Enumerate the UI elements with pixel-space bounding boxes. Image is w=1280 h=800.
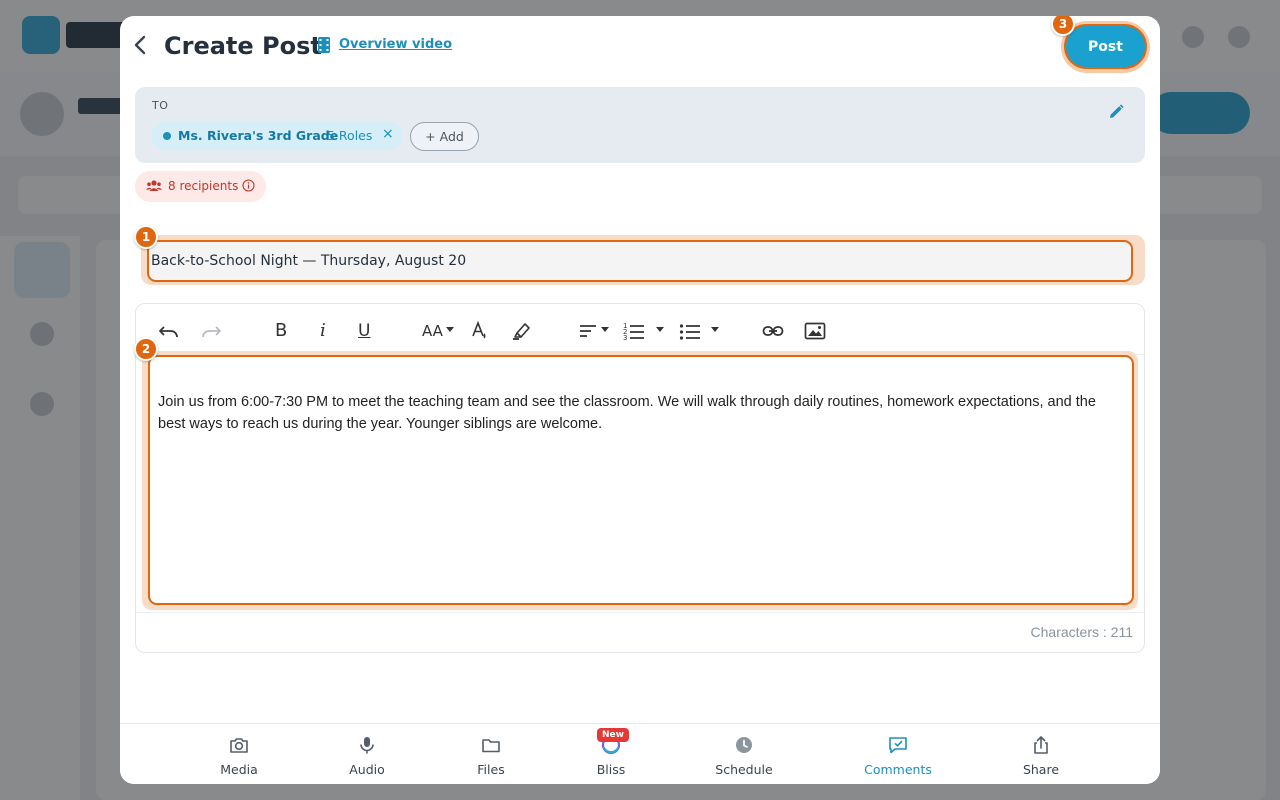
post-body-textarea[interactable]: Join us from 6:00-7:30 PM to meet the te… [148, 355, 1134, 605]
bold-button[interactable]: B [275, 319, 287, 343]
chip-class-name: Ms. Rivera's 3rd Grade [178, 128, 339, 143]
add-recipient-button[interactable]: + Add [410, 122, 479, 151]
create-post-modal: Create Post Overview video Post 3 TO Ms.… [120, 16, 1160, 784]
chip-dot-icon [163, 132, 171, 140]
comments-label: Comments [864, 762, 932, 777]
character-count: Characters : 211 [1030, 624, 1133, 640]
chip-remove-icon[interactable]: × [382, 126, 394, 142]
font-size-button[interactable]: AA [422, 319, 443, 343]
recipient-chip[interactable]: Ms. Rivera's 3rd Grade 5 Roles × [151, 122, 403, 150]
attachment-toolbar: Media Audio Files New Bliss Schedule Com… [120, 723, 1160, 784]
redo-icon [202, 326, 221, 338]
audio-button[interactable]: Audio [317, 724, 417, 784]
align-button[interactable] [578, 319, 598, 343]
overview-video-link[interactable]: Overview video [339, 37, 452, 52]
undo-icon [159, 326, 178, 338]
underline-button[interactable]: U [358, 319, 370, 343]
italic-button[interactable]: i [320, 319, 326, 343]
post-title-input[interactable] [147, 240, 1133, 282]
schedule-label: Schedule [715, 762, 773, 777]
media-label: Media [220, 762, 258, 777]
microphone-icon [360, 737, 374, 754]
text-color-icon [472, 320, 486, 339]
rich-text-editor: B i U AA 123 Join us from 6:00-7:30 PM t… [135, 303, 1145, 653]
bullet-list-caret-icon[interactable] [711, 327, 719, 332]
people-icon [146, 180, 162, 191]
align-left-icon [580, 325, 596, 337]
bliss-button[interactable]: New Bliss [561, 724, 661, 784]
highlight-button[interactable] [511, 319, 533, 343]
files-button[interactable]: Files [441, 724, 541, 784]
camera-icon [230, 738, 248, 753]
share-icon [1034, 736, 1048, 754]
clock-icon [736, 737, 752, 753]
step-badge-1: 1 [134, 225, 158, 249]
insert-link-button[interactable] [762, 319, 784, 343]
svg-text:3: 3 [623, 334, 627, 342]
recipients-box: TO Ms. Rivera's 3rd Grade 5 Roles × + Ad… [135, 87, 1145, 163]
bliss-label: Bliss [596, 762, 626, 777]
recipients-count: 8 recipients [168, 179, 239, 193]
bullet-list-icon [679, 324, 700, 340]
pencil-icon [1110, 104, 1124, 118]
step-badge-2: 2 [134, 337, 158, 361]
comment-check-icon [889, 737, 907, 754]
edit-recipients-button[interactable] [1107, 103, 1125, 121]
chevron-left-icon [134, 35, 146, 55]
highlighter-icon [513, 323, 530, 340]
film-icon [318, 37, 330, 53]
comments-button[interactable]: Comments [848, 724, 948, 784]
back-button[interactable] [130, 34, 152, 56]
schedule-button[interactable]: Schedule [694, 724, 794, 784]
info-icon[interactable] [242, 179, 255, 192]
new-badge: New [597, 728, 629, 742]
post-button[interactable]: Post [1064, 24, 1147, 69]
to-label: TO [152, 99, 169, 112]
share-button[interactable]: Share [991, 724, 1091, 784]
numbered-list-icon: 123 [623, 322, 644, 342]
bullet-list-button[interactable] [679, 319, 701, 343]
redo-button[interactable] [200, 319, 222, 343]
undo-button[interactable] [158, 319, 180, 343]
link-icon [762, 326, 784, 336]
share-label: Share [1022, 762, 1060, 777]
chip-roles: 5 Roles [327, 128, 373, 143]
folder-icon [482, 739, 500, 753]
image-icon [804, 322, 826, 340]
media-button[interactable]: Media [189, 724, 289, 784]
ordered-list-caret-icon[interactable] [656, 327, 664, 332]
post-body-text: Join us from 6:00-7:30 PM to meet the te… [158, 394, 1096, 432]
recipients-count-badge[interactable]: 8 recipients [135, 171, 266, 202]
align-caret-icon[interactable] [601, 327, 609, 332]
files-label: Files [477, 762, 505, 777]
page-title: Create Post [164, 32, 322, 60]
text-color-button[interactable] [470, 319, 490, 343]
char-count-divider [136, 612, 1144, 613]
modal-header: Create Post Overview video Post 3 [120, 16, 1160, 88]
ordered-list-button[interactable]: 123 [623, 319, 645, 343]
audio-label: Audio [349, 762, 385, 777]
font-size-caret-icon[interactable] [446, 327, 454, 332]
insert-image-button[interactable] [804, 319, 826, 343]
